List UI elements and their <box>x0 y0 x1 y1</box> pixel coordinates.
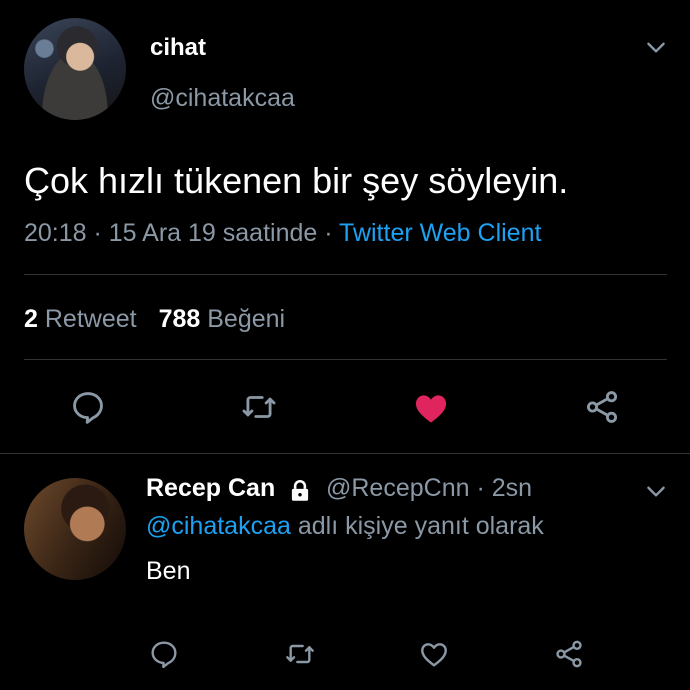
retweet-count: 2 <box>24 305 38 333</box>
share-icon[interactable] <box>583 388 621 426</box>
retweet-icon[interactable] <box>240 388 278 426</box>
like-count: 788 <box>158 305 201 333</box>
share-icon[interactable] <box>553 638 585 670</box>
retweets-stat[interactable]: 2 Retweet <box>24 305 137 333</box>
tweet-text: Çok hızlı tükenen bir şey söyleyin. <box>24 160 569 201</box>
divider <box>0 453 690 454</box>
author-name[interactable]: cihat <box>150 34 206 62</box>
divider <box>24 359 667 360</box>
reply-icon[interactable] <box>69 388 107 426</box>
like-heart-outline-icon[interactable] <box>418 638 450 670</box>
lock-icon <box>291 480 309 501</box>
tweet-timestamp[interactable]: 20:18 · 15 Ara 19 saatinde · <box>24 219 339 247</box>
author-avatar[interactable] <box>24 18 126 120</box>
reply-author-handle[interactable]: @RecepCnn · 2sn <box>326 474 532 503</box>
tweet-meta: 20:18 · 15 Ara 19 saatinde · Twitter Web… <box>24 219 541 248</box>
like-heart-icon[interactable] <box>412 389 450 427</box>
reply-to-context: @cihatakcaa adlı kişiye yanıt olarak <box>146 512 544 541</box>
reply-author-name[interactable]: Recep Can <box>146 474 275 503</box>
divider <box>24 274 667 275</box>
author-handle[interactable]: @cihatakcaa <box>150 84 295 113</box>
reply-to-suffix: adlı kişiye yanıt olarak <box>290 512 544 540</box>
retweet-label: Retweet <box>44 305 137 333</box>
likes-stat[interactable]: 788 Beğeni <box>159 305 286 333</box>
reply-icon[interactable] <box>148 638 180 670</box>
tweet-client-link[interactable]: Twitter Web Client <box>339 219 541 247</box>
chevron-down-icon[interactable] <box>643 478 669 504</box>
retweet-icon[interactable] <box>284 638 316 670</box>
reply-text: Ben <box>146 557 191 585</box>
like-label: Beğeni <box>207 305 286 333</box>
reply-to-mention[interactable]: @cihatakcaa <box>146 512 291 540</box>
chevron-down-icon[interactable] <box>643 34 669 60</box>
tweet-stats: 2 Retweet 788 Beğeni <box>24 305 285 334</box>
reply-author-avatar[interactable] <box>24 478 126 580</box>
